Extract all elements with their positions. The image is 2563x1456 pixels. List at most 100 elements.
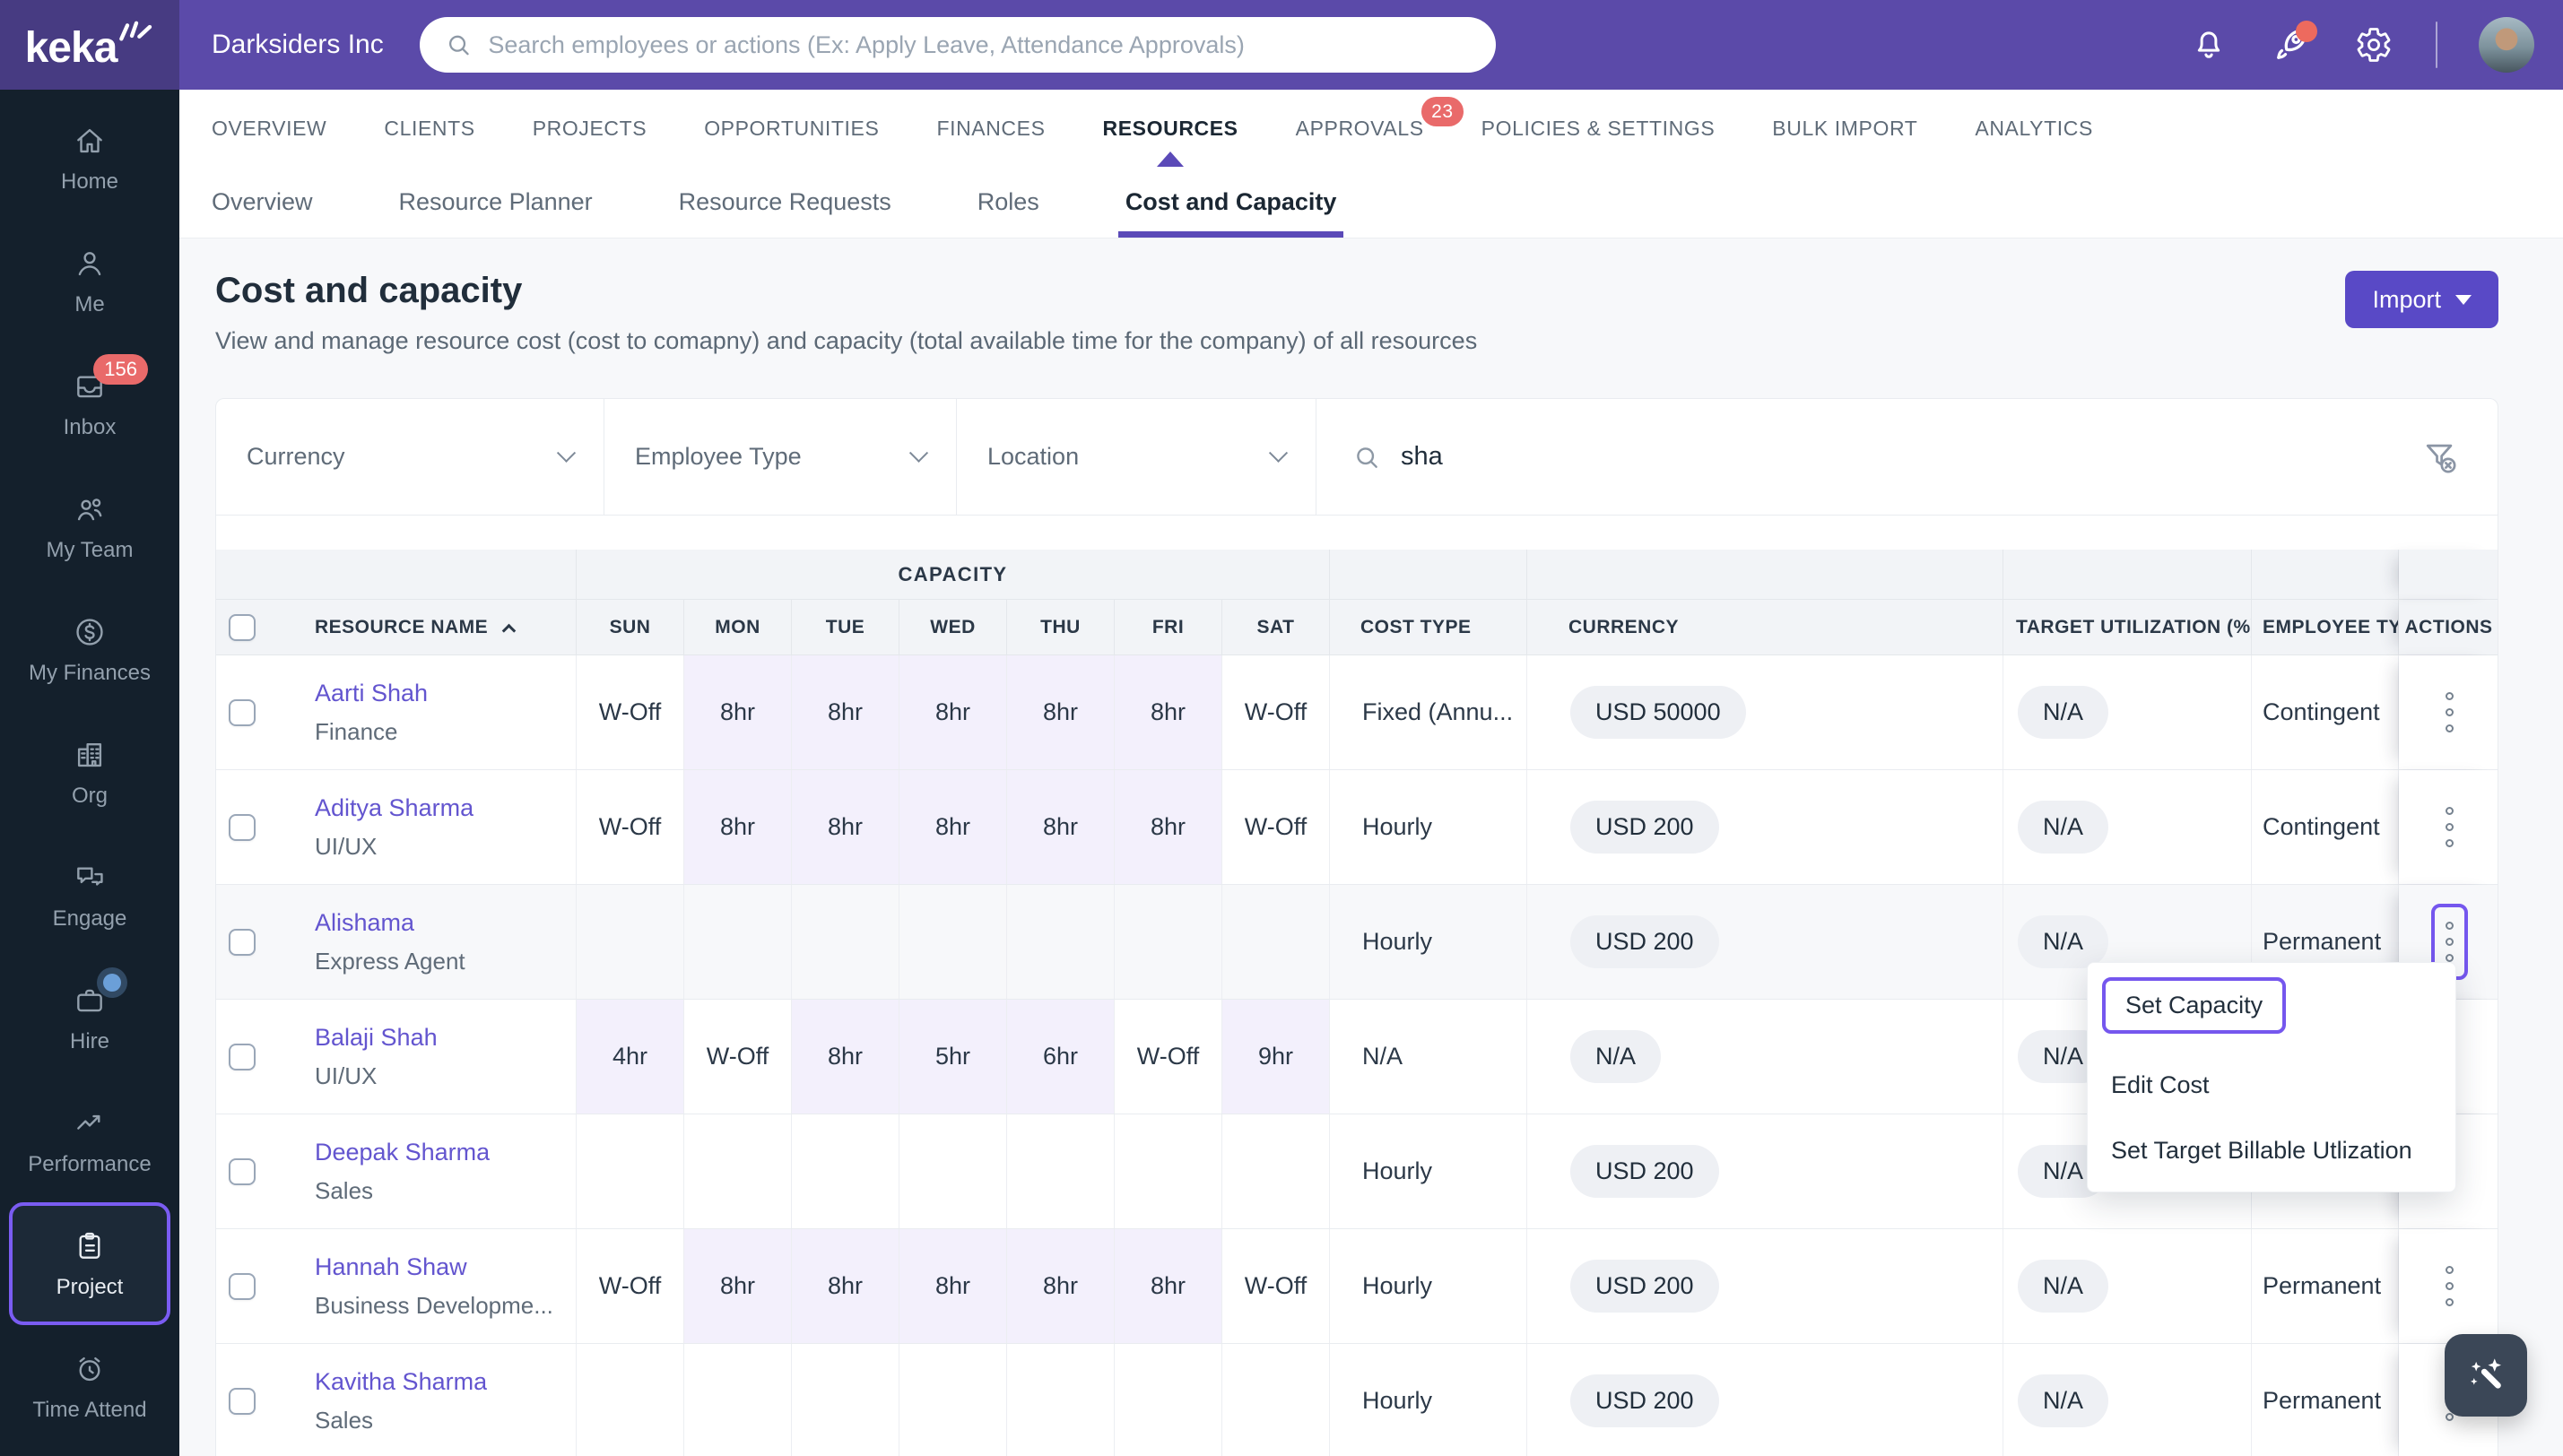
page-title: Cost and capacity	[215, 271, 523, 310]
subnav-tab-label: Resource Planner	[398, 188, 593, 215]
capacity-day-cell: 8hr	[899, 770, 1007, 884]
nav-tab-label: POLICIES & SETTINGS	[1481, 116, 1716, 140]
capacity-day-cell: 8hr	[1115, 770, 1222, 884]
cost-type-cell: Hourly	[1330, 1229, 1527, 1343]
subnav-tab-roles[interactable]: Roles	[977, 167, 1039, 238]
resource-name-link[interactable]: Alishama	[315, 909, 465, 937]
settings-button[interactable]	[2353, 24, 2394, 65]
row-checkbox[interactable]	[229, 1043, 256, 1070]
trend-icon	[73, 1105, 107, 1141]
row-checkbox[interactable]	[229, 928, 256, 956]
menu-item-edit-cost[interactable]: Edit Cost	[2102, 1071, 2441, 1099]
subnav-tab-resource-planner[interactable]: Resource Planner	[399, 167, 593, 238]
row-checkbox[interactable]	[229, 698, 256, 726]
capacity-day-cell	[792, 1344, 899, 1456]
sidebar-item-my-finances[interactable]: My Finances	[0, 588, 179, 711]
nav-tab-opportunities[interactable]: OPPORTUNITIES	[704, 90, 879, 167]
inbox-icon: 156	[73, 353, 148, 404]
resource-name-link[interactable]: Hannah Shaw	[315, 1253, 553, 1281]
nav-tab-bulk-import[interactable]: BULK IMPORT	[1772, 90, 1917, 167]
nav-tab-approvals[interactable]: APPROVALS 23	[1296, 90, 1464, 167]
global-search-input[interactable]	[488, 30, 1471, 59]
capacity-day-cell: 8hr	[684, 655, 792, 769]
capacity-day-cell: W-Off	[1115, 1000, 1222, 1114]
sidebar-item-my-team[interactable]: My Team	[0, 465, 179, 588]
header-day-sat: SAT	[1222, 600, 1330, 654]
cost-type-cell: Hourly	[1330, 770, 1527, 884]
nav-tab-finances[interactable]: FINANCES	[936, 90, 1045, 167]
clear-filters-icon[interactable]	[2420, 438, 2460, 477]
filter-select-location[interactable]: Location	[957, 399, 1316, 515]
app-logo[interactable]: keka	[0, 0, 179, 90]
row-checkbox[interactable]	[229, 813, 256, 841]
sidebar-item-me[interactable]: Me	[0, 220, 179, 342]
target-utilization-pill: N/A	[2018, 915, 2109, 968]
menu-item-set-capacity[interactable]: Set Capacity	[2102, 977, 2287, 1034]
user-avatar[interactable]	[2479, 17, 2534, 73]
nav-tab-policies-settings[interactable]: POLICIES & SETTINGS	[1481, 90, 1716, 167]
sidebar-item-time-attend[interactable]: Time Attend	[0, 1325, 179, 1448]
inbox-count-badge: 156	[93, 353, 148, 385]
sidebar-item-home[interactable]: Home	[0, 97, 179, 220]
nav-tab-analytics[interactable]: ANALYTICS	[1975, 90, 2093, 167]
subnav-tab-resource-requests[interactable]: Resource Requests	[679, 167, 891, 238]
topbar-actions	[2188, 17, 2563, 73]
filter-select-employee-type[interactable]: Employee Type	[604, 399, 957, 515]
row-actions-cell	[2399, 1229, 2498, 1343]
resource-role: Finance	[315, 717, 398, 745]
resource-name-link[interactable]: Kavitha Sharma	[315, 1368, 487, 1396]
alarm-icon	[73, 1351, 107, 1387]
filter-select-currency[interactable]: Currency	[216, 399, 604, 515]
header-day-thu: THU	[1007, 600, 1115, 654]
resource-cell: Alishama Express Agent	[216, 885, 577, 999]
cost-type-cell: Hourly	[1330, 1344, 1527, 1456]
capacity-day-cell	[792, 1114, 899, 1228]
top-bar: keka Darksiders Inc	[0, 0, 2563, 90]
sidebar-item-inbox[interactable]: 156 Inbox	[0, 342, 179, 465]
whats-new-button[interactable]	[2271, 21, 2317, 65]
sidebar-item-hire[interactable]: Hire	[0, 957, 179, 1079]
currency-pill: USD 200	[1570, 1260, 1719, 1313]
capacity-day-cell: 8hr	[684, 1229, 792, 1343]
subnav-tab-overview[interactable]: Overview	[212, 167, 313, 238]
resource-name-link[interactable]: Aditya Sharma	[315, 794, 474, 822]
sidebar-item-org[interactable]: Org	[0, 711, 179, 834]
notifications-button[interactable]	[2188, 24, 2229, 65]
sidebar-item-performance[interactable]: Performance	[0, 1079, 179, 1202]
menu-item-set-target-billable-utlization[interactable]: Set Target Billable Utlization	[2102, 1137, 2441, 1165]
sidebar-item-label: Inbox	[63, 414, 117, 439]
row-kebab-menu-button[interactable]	[2431, 1248, 2468, 1324]
nav-tab-resources[interactable]: RESOURCES	[1103, 90, 1238, 167]
nav-tab-clients[interactable]: CLIENTS	[384, 90, 474, 167]
currency-pill: USD 50000	[1570, 686, 1746, 739]
filter-row: Currency Employee Type Location	[216, 399, 2498, 516]
table-search-input[interactable]	[1401, 442, 2401, 472]
row-kebab-menu-button[interactable]	[2431, 789, 2468, 865]
row-kebab-menu-button[interactable]	[2431, 674, 2468, 750]
capacity-day-cell	[577, 885, 684, 999]
assistant-wand-button[interactable]	[2445, 1334, 2527, 1417]
dollar-icon	[73, 614, 107, 650]
row-checkbox[interactable]	[229, 1387, 256, 1415]
capacity-day-cell: 8hr	[1007, 655, 1115, 769]
row-checkbox[interactable]	[229, 1272, 256, 1300]
sidebar-item-project[interactable]: Project	[9, 1202, 170, 1325]
employee-type-value: Permanent	[2263, 1272, 2382, 1299]
row-checkbox[interactable]	[229, 1157, 256, 1185]
select-all-checkbox[interactable]	[229, 613, 256, 641]
nav-tab-projects[interactable]: PROJECTS	[533, 90, 647, 167]
hire-notification-dot	[103, 973, 121, 992]
resource-role: Business Developme...	[315, 1291, 553, 1319]
resource-name-link[interactable]: Balaji Shah	[315, 1024, 438, 1052]
global-search[interactable]	[419, 17, 1496, 73]
subnav-tab-cost-and-capacity[interactable]: Cost and Capacity	[1117, 167, 1343, 238]
capacity-day-cell	[684, 1114, 792, 1228]
sort-ascending-icon[interactable]	[501, 623, 517, 638]
resource-name-link[interactable]: Aarti Shah	[315, 680, 428, 707]
import-button[interactable]: Import	[2345, 271, 2498, 328]
header-day-wed: WED	[899, 600, 1007, 654]
capacity-day-cell	[1007, 885, 1115, 999]
nav-tab-overview[interactable]: OVERVIEW	[212, 90, 326, 167]
resource-name-link[interactable]: Deepak Sharma	[315, 1139, 490, 1166]
sidebar-item-engage[interactable]: Engage	[0, 834, 179, 957]
